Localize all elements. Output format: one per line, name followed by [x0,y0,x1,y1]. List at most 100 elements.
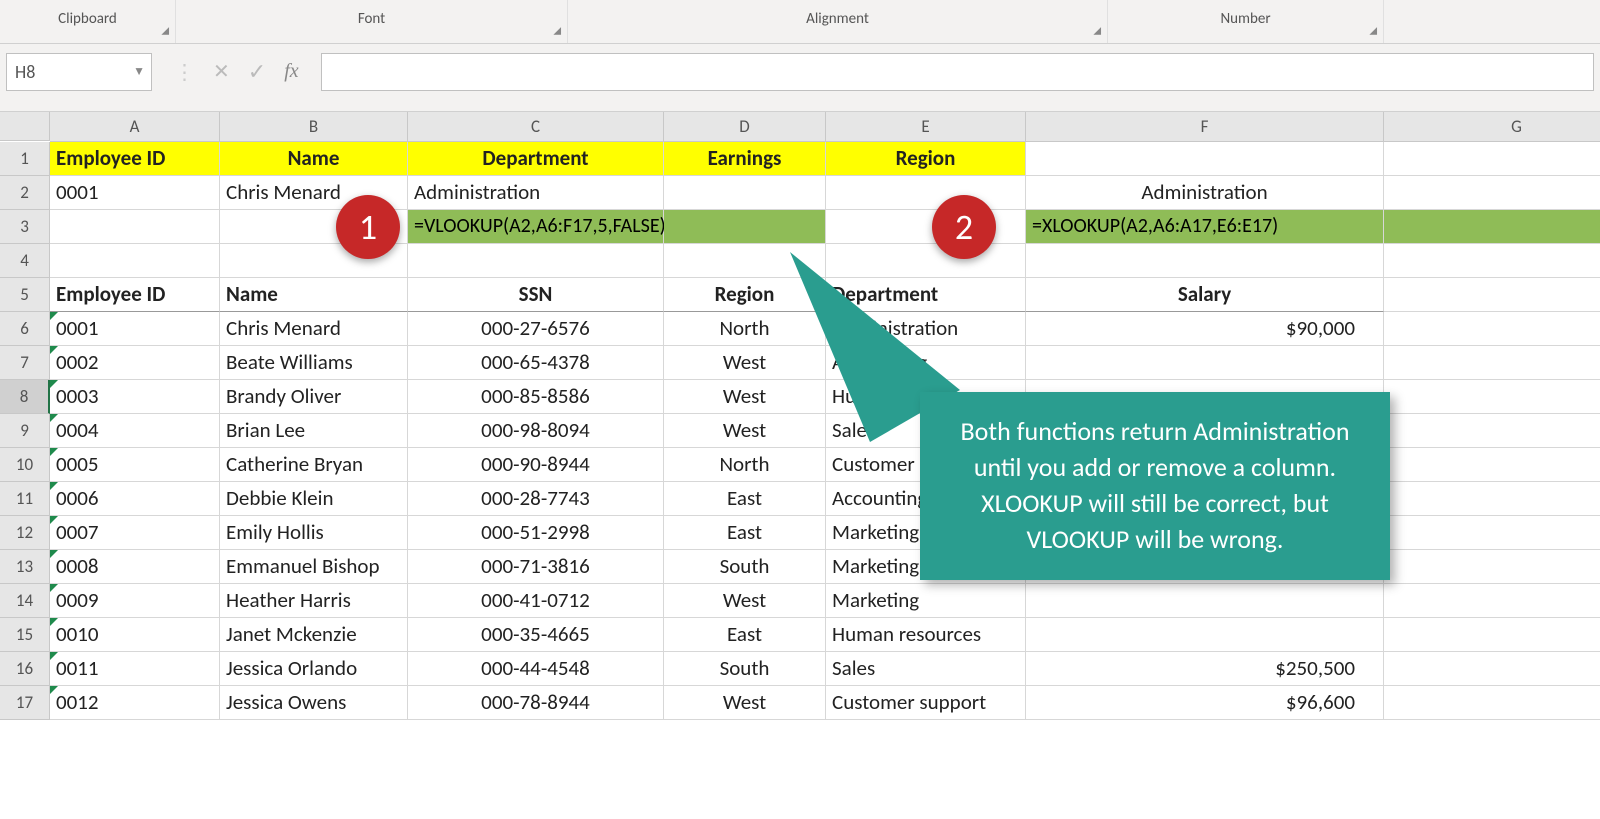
row-header[interactable]: 1 [0,142,50,176]
row-header[interactable]: 7 [0,346,50,380]
cell[interactable]: Debbie Klein [220,482,408,516]
col-header-C[interactable]: C [408,112,664,142]
cell[interactable]: Beate Williams [220,346,408,380]
row-header[interactable]: 5 [0,278,50,312]
select-all-corner[interactable] [0,112,50,141]
cell[interactable]: Department [408,142,664,176]
insert-function-icon[interactable]: fx [284,60,298,83]
row-header[interactable]: 9 [0,414,50,448]
cell[interactable]: 000-44-4548 [408,652,664,686]
cell[interactable] [1384,414,1600,448]
cell[interactable] [1384,618,1600,652]
cell[interactable]: Emily Hollis [220,516,408,550]
cell[interactable]: Administration [408,176,664,210]
row-header[interactable]: 2 [0,176,50,210]
cell[interactable] [1384,482,1600,516]
name-box[interactable]: H8 ▼ [6,53,152,91]
row-header[interactable]: 14 [0,584,50,618]
cell[interactable]: 000-98-8094 [408,414,664,448]
cell[interactable]: 0009 [50,584,220,618]
cell[interactable] [50,210,220,244]
cell[interactable]: 0007 [50,516,220,550]
cell[interactable]: Brian Lee [220,414,408,448]
row-header[interactable]: 8 [0,380,50,414]
cell[interactable]: 0012 [50,686,220,720]
cell[interactable]: 000-27-6576 [408,312,664,346]
cell[interactable] [1384,652,1600,686]
cell[interactable] [1384,176,1600,210]
cell[interactable]: 0005 [50,448,220,482]
cell[interactable] [1384,448,1600,482]
cell[interactable]: Name [220,142,408,176]
cell[interactable] [1384,142,1600,176]
row-header[interactable]: 4 [0,244,50,278]
row-header[interactable]: 15 [0,618,50,652]
dialog-launcher-icon[interactable]: ◢ [553,25,561,37]
cell[interactable]: 000-28-7743 [408,482,664,516]
cell[interactable]: 000-35-4665 [408,618,664,652]
cell[interactable] [1384,516,1600,550]
cell[interactable]: 0003 [50,380,220,414]
cell[interactable] [1384,584,1600,618]
cell[interactable] [1384,686,1600,720]
cell[interactable]: Heather Harris [220,584,408,618]
row-header[interactable]: 10 [0,448,50,482]
cell[interactable] [1384,210,1600,244]
col-header-D[interactable]: D [664,112,826,142]
row-header[interactable]: 6 [0,312,50,346]
cell[interactable]: 0004 [50,414,220,448]
col-header-B[interactable]: B [220,112,408,142]
cell[interactable]: SSN [408,278,664,312]
cell[interactable]: 000-41-0712 [408,584,664,618]
cell[interactable] [826,176,1026,210]
cell[interactable] [1384,278,1600,312]
cell[interactable] [408,244,664,278]
cell[interactable]: Employee ID [50,142,220,176]
col-header-E[interactable]: E [826,112,1026,142]
cell[interactable]: 000-90-8944 [408,448,664,482]
row-header[interactable]: 11 [0,482,50,516]
cell[interactable]: 0008 [50,550,220,584]
enter-icon[interactable]: ✓ [248,58,266,85]
formula-input[interactable] [321,53,1594,91]
cell[interactable]: 0011 [50,652,220,686]
cell[interactable]: 000-85-8586 [408,380,664,414]
cell[interactable] [1026,142,1384,176]
row-header[interactable]: 12 [0,516,50,550]
cell[interactable]: 000-65-4378 [408,346,664,380]
cell[interactable] [664,176,826,210]
ribbon-group-font[interactable]: Font ◢ [176,0,568,43]
ribbon-group-alignment[interactable]: Alignment ◢ [568,0,1108,43]
cell[interactable]: =VLOOKUP(A2,A6:F17,5,FALSE) [408,210,664,244]
cell[interactable]: Chris Menard [220,312,408,346]
ribbon-group-clipboard[interactable]: Clipboard ◢ [0,0,176,43]
cell[interactable]: 0010 [50,618,220,652]
col-header-A[interactable]: A [50,112,220,142]
cell[interactable]: Jessica Orlando [220,652,408,686]
cell[interactable]: Emmanuel Bishop [220,550,408,584]
row-header[interactable]: 16 [0,652,50,686]
row-header[interactable]: 13 [0,550,50,584]
dialog-launcher-icon[interactable]: ◢ [1093,25,1101,37]
cell[interactable]: Administration [1026,176,1384,210]
cell[interactable]: Janet Mckenzie [220,618,408,652]
cell[interactable]: 000-71-3816 [408,550,664,584]
cell[interactable]: Name [220,278,408,312]
cell[interactable] [50,244,220,278]
dialog-launcher-icon[interactable]: ◢ [1369,25,1377,37]
cell[interactable] [1384,380,1600,414]
row-header[interactable]: 17 [0,686,50,720]
cell[interactable]: Jessica Owens [220,686,408,720]
cell[interactable]: 0001 [50,176,220,210]
row-header[interactable]: 3 [0,210,50,244]
col-header-F[interactable]: F [1026,112,1384,142]
cell[interactable] [1384,244,1600,278]
cell[interactable]: Catherine Bryan [220,448,408,482]
cell[interactable] [1384,346,1600,380]
cell[interactable]: Brandy Oliver [220,380,408,414]
col-header-G[interactable]: G [1384,112,1600,142]
cell[interactable]: 0006 [50,482,220,516]
cell[interactable] [1384,312,1600,346]
cell[interactable]: Earnings [664,142,826,176]
cell[interactable]: 0001 [50,312,220,346]
